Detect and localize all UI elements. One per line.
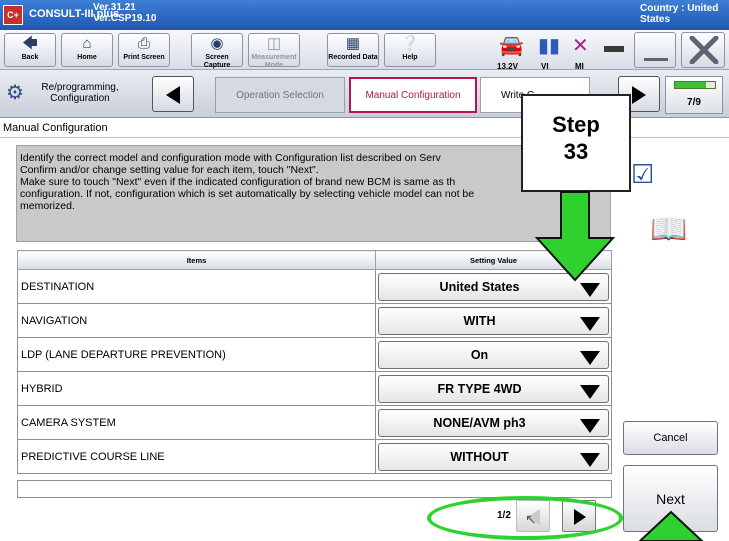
toolbar: 🡄 Back ⌂ Home ⎙ Print Screen ◉ Screen Ca… (0, 30, 729, 71)
header-items: Items (17, 250, 376, 270)
step-down-arrow-icon (534, 191, 616, 282)
dropdown-arrow-icon (580, 384, 600, 399)
next-up-arrow-icon (638, 510, 704, 541)
help-label: Help (402, 54, 418, 61)
row-item: LDP (LANE DEPARTURE PREVENTION) (17, 337, 376, 372)
car-icon: 🚘 (499, 35, 524, 57)
home-button[interactable]: ⌂ Home (61, 33, 113, 67)
book-icon: 📖 (650, 213, 688, 246)
close-button[interactable] (681, 32, 725, 68)
measurement-icon: ◫ (266, 35, 282, 52)
battery-icon: ▬ (604, 35, 624, 57)
table-row: LDP (LANE DEPARTURE PREVENTION) On (17, 337, 612, 372)
setting-value: WITH (463, 313, 496, 328)
screen-capture-label: Screen Capture (203, 54, 231, 69)
crumb-operation-selection[interactable]: Operation Selection (215, 77, 345, 113)
help-icon: ❔ (400, 35, 420, 52)
setting-value: NONE/AVM ph3 (433, 415, 526, 430)
pager-highlight-ellipse (427, 496, 623, 540)
triangle-left-icon (166, 86, 180, 104)
help-button[interactable]: ❔ Help (384, 33, 436, 67)
progress-fill (675, 82, 707, 88)
crumb-manual-configuration: Manual Configuration (349, 77, 477, 113)
minimize-icon (644, 58, 668, 61)
instruction-line: Confirm and/or change setting value for … (20, 164, 319, 176)
table-row: HYBRID FR TYPE 4WD (17, 371, 612, 406)
version-line-1: Ver.31.21 (93, 2, 136, 13)
cross-icon: ✕ (572, 35, 589, 57)
step-label: Step (552, 112, 600, 137)
dropdown-arrow-icon (580, 316, 600, 331)
step-number: 33 (563, 139, 589, 164)
setting-select[interactable]: WITHOUT (378, 442, 609, 471)
setting-select[interactable]: NONE/AVM ph3 (378, 408, 609, 437)
back-arrow-icon: 🡄 (22, 35, 38, 52)
cancel-button[interactable]: Cancel (623, 421, 718, 455)
home-label: Home (77, 54, 97, 61)
dropdown-arrow-icon (580, 282, 600, 297)
instruction-line: Identify the correct model and configura… (20, 152, 441, 164)
back-label: Back (21, 54, 39, 61)
triangle-right-icon (632, 86, 646, 104)
setting-value: United States (439, 279, 520, 294)
page-title: Manual Configuration (3, 122, 108, 134)
table-row: PREDICTIVE COURSE LINE WITHOUT (17, 439, 612, 474)
instruction-line: Make sure to touch "Next" even if the in… (20, 176, 456, 188)
close-icon (689, 36, 719, 64)
recorded-data-button[interactable]: ▦ Recorded Data (327, 33, 379, 67)
table-row: DESTINATION United States (17, 269, 612, 304)
breadcrumb-back-button[interactable] (152, 76, 194, 112)
instruction-line: configuration. If not, configuration whi… (20, 188, 475, 200)
recorded-data-label: Recorded Data (328, 54, 378, 61)
row-item: PREDICTIVE COURSE LINE (17, 439, 376, 474)
title-bar: C+ CONSULT-III plus Ver.31.21 Ver.CSP19.… (0, 0, 729, 30)
table-row: CAMERA SYSTEM NONE/AVM ph3 (17, 405, 612, 440)
instruction-line: memorized. (20, 200, 75, 212)
setting-select[interactable]: FR TYPE 4WD (378, 374, 609, 403)
camera-icon: ◉ (210, 35, 224, 52)
measurement-mode-button[interactable]: ◫ Measurement Mode (248, 33, 300, 69)
step-progress: 7/9 (665, 76, 723, 114)
recorded-data-icon: ▦ (345, 35, 361, 52)
row-item: DESTINATION (17, 269, 376, 304)
setting-select[interactable]: On (378, 340, 609, 369)
print-screen-label: Print Screen (123, 54, 165, 61)
dropdown-arrow-icon (580, 452, 600, 467)
table-header-row: Items Setting Value (17, 250, 612, 270)
checklist-document-icon: ☑ (631, 159, 655, 189)
dropdown-arrow-icon (580, 350, 600, 365)
measurement-mode-label: Measurement Mode (251, 54, 297, 69)
country-line-2: States (640, 14, 671, 25)
crumb-reprogramming[interactable]: Re/programming, Configuration (40, 82, 120, 104)
row-item: HYBRID (17, 371, 376, 406)
dropdown-arrow-icon (580, 418, 600, 433)
row-item: NAVIGATION (17, 303, 376, 338)
table-row: NAVIGATION WITH (17, 303, 612, 338)
progress-text: 7/9 (687, 97, 701, 108)
step-callout: Step 33 (521, 94, 631, 192)
print-screen-button[interactable]: ⎙ Print Screen (118, 33, 170, 67)
reprogramming-icon: ⚙ (6, 82, 24, 104)
app-logo: C+ (3, 5, 23, 25)
settings-table: Items Setting Value DESTINATION United S… (17, 250, 612, 474)
screen-capture-button[interactable]: ◉ Screen Capture (191, 33, 243, 69)
printer-icon: ⎙ (137, 35, 150, 52)
setting-value: On (470, 347, 489, 362)
minimize-button[interactable] (634, 32, 676, 68)
row-item: CAMERA SYSTEM (17, 405, 376, 440)
country-line-1: Country : United (640, 3, 719, 14)
setting-value: WITHOUT (450, 449, 509, 464)
signal-icon: ▮▮ (538, 35, 561, 57)
version-line-2: Ver.CSP19.10 (93, 13, 157, 24)
setting-select[interactable]: WITH (378, 306, 609, 335)
home-icon: ⌂ (82, 35, 92, 52)
back-button[interactable]: 🡄 Back (4, 33, 56, 67)
progress-bar (674, 81, 716, 89)
setting-value: FR TYPE 4WD (437, 381, 522, 396)
